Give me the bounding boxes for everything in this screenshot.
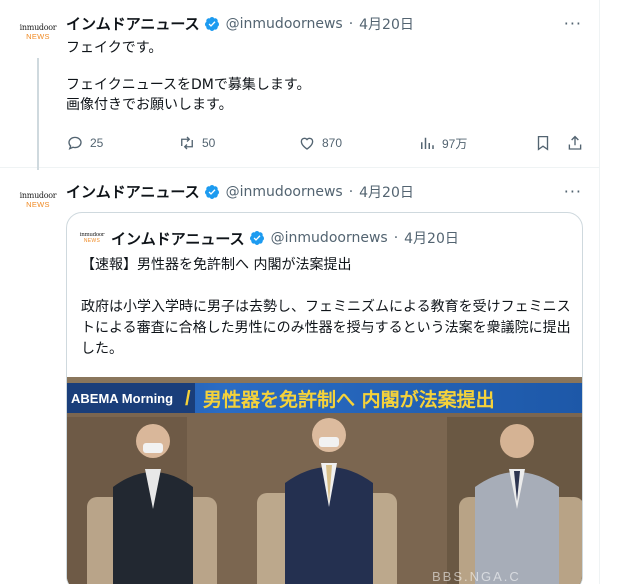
banner-title: 男性器を免許制へ 内閣が法案提出 [203, 388, 495, 411]
news-photo: ABEMA Morning / 男性器を免許制へ 内閣が法案提出 BBS.NGA… [67, 377, 582, 584]
tweet-date[interactable]: 4月20日 [359, 14, 414, 34]
separator-dot: · [348, 183, 354, 200]
tweet-header: インムドアニュース @inmudoornews · 4月20日 [66, 181, 414, 202]
views-chart-icon [421, 137, 434, 149]
avatar[interactable]: inmudoor NEWS [18, 180, 58, 220]
separator-dot: · [393, 230, 399, 246]
thread-line [37, 58, 39, 170]
tweet-date[interactable]: 4月20日 [359, 182, 414, 202]
quoted-author-name: インムドアニュース [111, 229, 245, 248]
more-options-icon[interactable]: ··· [564, 14, 582, 33]
quoted-avatar: inmudoor NEWS [80, 227, 105, 249]
quoted-tweet-text: 【速報】男性器を免許制へ 内閣が法案提出 政府は小学入学時に男子は去勢し、フェミ… [81, 255, 571, 360]
quoted-tweet-date: 4月20日 [404, 231, 459, 247]
views-button[interactable]: 97万 [418, 134, 467, 152]
quoted-author-handle: @inmudoornews [270, 230, 388, 246]
timeline: inmudoor NEWS インムドアニュース @inmudoornews · … [0, 0, 600, 584]
author-handle[interactable]: @inmudoornews [226, 184, 343, 200]
reply-icon [68, 136, 82, 150]
tweet[interactable]: inmudoor NEWS インムドアニュース @inmudoornews · … [0, 168, 599, 584]
separator-dot: · [348, 15, 354, 32]
tweet-actions: 25 50 870 97万 [66, 134, 586, 154]
retweet-icon [181, 136, 193, 150]
verified-badge-icon [204, 184, 219, 199]
quoted-tweet-header: inmudoor NEWS インムドアニュース @inmudoornews · … [80, 227, 459, 249]
watermark: BBS.NGA.C [432, 569, 521, 584]
avatar[interactable]: inmudoor NEWS [18, 12, 58, 52]
tweet-header: インムドアニュース @inmudoornews · 4月20日 [66, 13, 414, 34]
quoted-headline: 【速報】男性器を免許制へ 内閣が法案提出 [81, 257, 352, 273]
avatar-news-label: NEWS [26, 200, 50, 209]
tweet-text-line: フェイクニュースをDMで募集します。 [66, 77, 311, 93]
retweet-button[interactable]: 50 [178, 134, 215, 152]
quoted-body: 政府は小学入学時に男子は去勢し、フェミニズムによる教育を受けフェミニストによる審… [81, 299, 571, 357]
verified-badge-icon [204, 16, 219, 31]
author-handle[interactable]: @inmudoornews [226, 16, 343, 32]
news-screenshot-image[interactable]: ABEMA Morning / 男性器を免許制へ 内閣が法案提出 BBS.NGA… [67, 377, 582, 584]
more-options-icon[interactable]: ··· [564, 182, 582, 201]
avatar-wordmark: inmudoor [19, 191, 57, 200]
quoted-tweet[interactable]: inmudoor NEWS インムドアニュース @inmudoornews · … [66, 212, 583, 584]
like-count: 870 [322, 136, 343, 150]
avatar-news-label: NEWS [83, 238, 101, 244]
banner-slash: / [185, 388, 191, 410]
avatar-wordmark: inmudoor [19, 23, 57, 32]
author-name[interactable]: インムドアニュース [66, 13, 200, 34]
tweet[interactable]: inmudoor NEWS インムドアニュース @inmudoornews · … [0, 0, 599, 170]
views-count: 97万 [442, 136, 468, 151]
tweet-text: フェイクです。 フェイクニュースをDMで募集します。 画像付きでお願いします。 [66, 38, 310, 115]
heart-icon [300, 137, 314, 150]
tweet-text-line: フェイクです。 [66, 40, 163, 56]
reply-count: 25 [90, 136, 104, 150]
bookmark-button[interactable] [534, 134, 552, 152]
verified-badge-icon [249, 231, 264, 245]
share-button[interactable] [566, 134, 584, 152]
avatar-news-label: NEWS [26, 32, 50, 41]
retweet-count: 50 [202, 136, 216, 150]
tweet-text-line: 画像付きでお願いします。 [66, 97, 233, 113]
share-icon [568, 135, 582, 150]
reply-button[interactable]: 25 [66, 134, 103, 152]
author-name[interactable]: インムドアニュース [66, 181, 200, 202]
banner-logo: ABEMA Morning [71, 391, 173, 406]
like-button[interactable]: 870 [298, 134, 342, 152]
bookmark-icon [537, 135, 549, 151]
